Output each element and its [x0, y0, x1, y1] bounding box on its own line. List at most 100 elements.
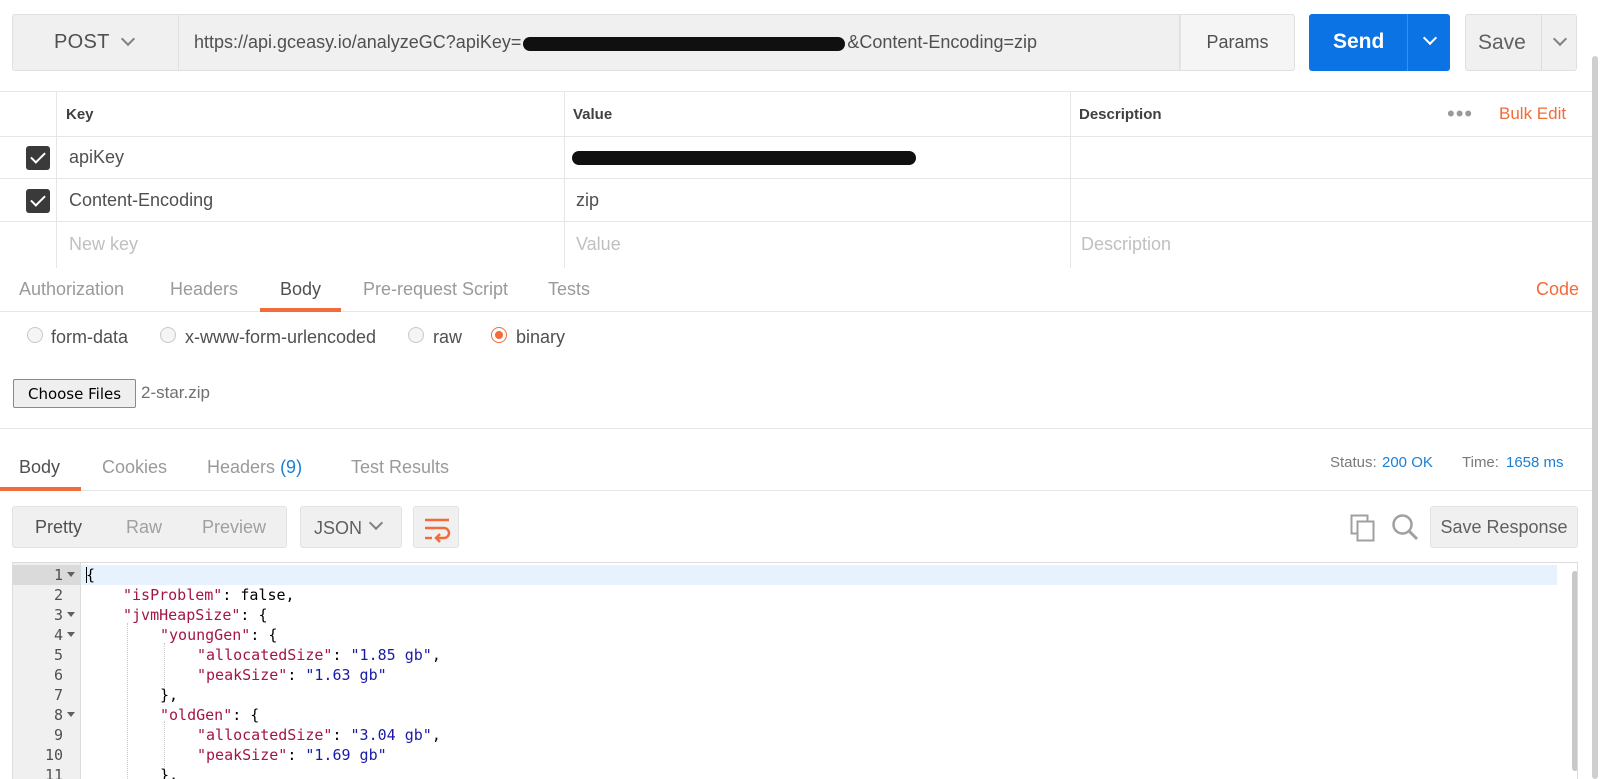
- json-punct: : {: [232, 706, 260, 724]
- headers-count-badge: (9): [280, 457, 303, 477]
- view-preview-button[interactable]: Preview: [202, 507, 266, 547]
- choose-files-button[interactable]: Choose Files: [13, 379, 136, 408]
- json-value: "1.63 gb": [305, 666, 387, 684]
- radio-label[interactable]: form-data: [51, 327, 128, 348]
- bulk-edit-link[interactable]: Bulk Edit: [1499, 92, 1566, 136]
- wrap-lines-button[interactable]: [413, 506, 459, 548]
- param-checkbox[interactable]: [26, 146, 50, 170]
- method-select[interactable]: POST: [12, 14, 178, 71]
- table-row: Content-Encoding zip: [0, 179, 1592, 222]
- response-tab-body[interactable]: Body: [19, 445, 60, 490]
- radio-label[interactable]: x-www-form-urlencoded: [185, 327, 376, 348]
- time-label: Time:: [1462, 453, 1499, 471]
- radio-raw[interactable]: [408, 327, 424, 343]
- radio-label[interactable]: raw: [433, 327, 462, 348]
- new-description-input[interactable]: Description: [1081, 222, 1171, 267]
- format-select[interactable]: JSON: [300, 506, 402, 548]
- save-response-button[interactable]: Save Response: [1430, 506, 1578, 548]
- more-icon[interactable]: •••: [1447, 92, 1473, 136]
- url-input[interactable]: https://api.gceasy.io/analyzeGC?apiKey= …: [178, 14, 1180, 71]
- tab-headers[interactable]: Headers: [170, 267, 238, 312]
- code-line: 4 "youngGen": {: [13, 625, 1557, 645]
- code-text: "jvmHeapSize": {: [123, 605, 268, 625]
- line-number: 5: [53, 646, 63, 664]
- tab-body[interactable]: Body: [280, 267, 321, 312]
- fold-toggle-icon[interactable]: [67, 572, 75, 577]
- code-text: "allocatedSize": "1.85 gb",: [197, 646, 441, 664]
- status-label: Status:: [1330, 453, 1377, 471]
- request-tabs: Authorization Headers Body Pre-request S…: [0, 267, 1592, 312]
- tab-pre-request-script[interactable]: Pre-request Script: [363, 267, 508, 312]
- time-value[interactable]: 1658 ms: [1506, 445, 1564, 479]
- param-value[interactable]: [564, 137, 916, 178]
- url-suffix: &Content-Encoding=zip: [847, 32, 1037, 52]
- page-scrollbar[interactable]: [1592, 56, 1598, 779]
- line-number: 10: [44, 746, 63, 764]
- selected-file-name: 2-star.zip: [141, 383, 210, 402]
- table-row: apiKey: [0, 137, 1592, 179]
- line-number: 2: [53, 586, 63, 604]
- save-label: Save: [1478, 31, 1526, 54]
- search-icon[interactable]: [1390, 512, 1420, 542]
- param-key[interactable]: Content-Encoding: [69, 179, 213, 221]
- param-value[interactable]: zip: [576, 179, 599, 221]
- line-number: 11: [44, 766, 63, 779]
- view-pretty-button[interactable]: Pretty: [35, 507, 82, 547]
- line-number: 4: [53, 626, 63, 644]
- radio-form-data[interactable]: [27, 327, 43, 343]
- fold-toggle-icon[interactable]: [67, 612, 75, 617]
- code-scrollbar[interactable]: [1572, 571, 1577, 771]
- code-text: "youngGen": {: [160, 625, 277, 645]
- param-checkbox[interactable]: [26, 189, 50, 213]
- radio-x-www-form-urlencoded[interactable]: [160, 327, 176, 343]
- chevron-down-icon[interactable]: [1552, 31, 1568, 47]
- code-line: 6 "peakSize": "1.63 gb": [13, 665, 1557, 685]
- line-number: 7: [53, 686, 63, 704]
- code-line: 9 "allocatedSize": "3.04 gb",: [13, 725, 1557, 745]
- code-link[interactable]: Code: [1536, 267, 1579, 312]
- active-tab-indicator: [260, 308, 341, 312]
- param-key[interactable]: apiKey: [69, 137, 124, 178]
- save-button[interactable]: Save: [1465, 14, 1577, 71]
- code-text: },: [160, 766, 179, 779]
- save-divider: [1541, 15, 1542, 70]
- fold-toggle-icon[interactable]: [67, 632, 75, 637]
- radio-binary[interactable]: [491, 327, 507, 343]
- params-table: Key Value Description ••• Bulk Edit apiK…: [0, 91, 1592, 268]
- response-tab-cookies[interactable]: Cookies: [102, 445, 167, 490]
- code-line: 7 },: [13, 685, 1557, 705]
- code-line: 8 "oldGen": {: [13, 705, 1557, 725]
- response-tab-headers[interactable]: Headers (9): [207, 445, 302, 490]
- status-value[interactable]: 200 OK: [1382, 445, 1433, 479]
- send-button[interactable]: Send: [1309, 14, 1450, 71]
- json-key: "allocatedSize": [197, 646, 333, 664]
- code-line: 10 "peakSize": "1.69 gb": [13, 745, 1557, 765]
- json-key: "youngGen": [160, 626, 251, 644]
- json-key: "peakSize": [197, 666, 288, 684]
- line-number: 6: [53, 666, 63, 684]
- copy-icon[interactable]: [1350, 514, 1376, 542]
- chevron-down-icon[interactable]: [1422, 30, 1438, 46]
- json-key: "jvmHeapSize": [123, 606, 241, 624]
- response-tab-headers-label: Headers: [207, 457, 276, 477]
- view-raw-button[interactable]: Raw: [126, 507, 162, 547]
- new-key-input[interactable]: New key: [69, 222, 138, 267]
- code-line: 1 {: [13, 565, 1557, 585]
- code-text: "isProblem": false,: [123, 585, 295, 605]
- response-body-viewer[interactable]: 1 { 2 "isProblem": false, 3 "jvmHeapSize…: [12, 562, 1578, 779]
- tab-authorization[interactable]: Authorization: [19, 267, 124, 312]
- chevron-down-icon: [120, 31, 136, 47]
- json-punct: : {: [240, 606, 268, 624]
- tab-tests[interactable]: Tests: [548, 267, 590, 312]
- radio-label[interactable]: binary: [516, 327, 565, 348]
- view-mode-group: Pretty Raw Preview: [12, 506, 287, 548]
- value-column-header: Value: [573, 105, 613, 123]
- code-line: 2 "isProblem": false,: [13, 585, 1557, 605]
- params-button[interactable]: Params: [1180, 14, 1295, 71]
- response-tab-test-results[interactable]: Test Results: [351, 445, 449, 490]
- fold-toggle-icon[interactable]: [67, 712, 75, 717]
- new-value-input[interactable]: Value: [576, 222, 621, 267]
- json-key: "allocatedSize": [197, 726, 333, 744]
- chevron-down-icon: [368, 515, 384, 531]
- code-text: "allocatedSize": "3.04 gb",: [197, 726, 441, 744]
